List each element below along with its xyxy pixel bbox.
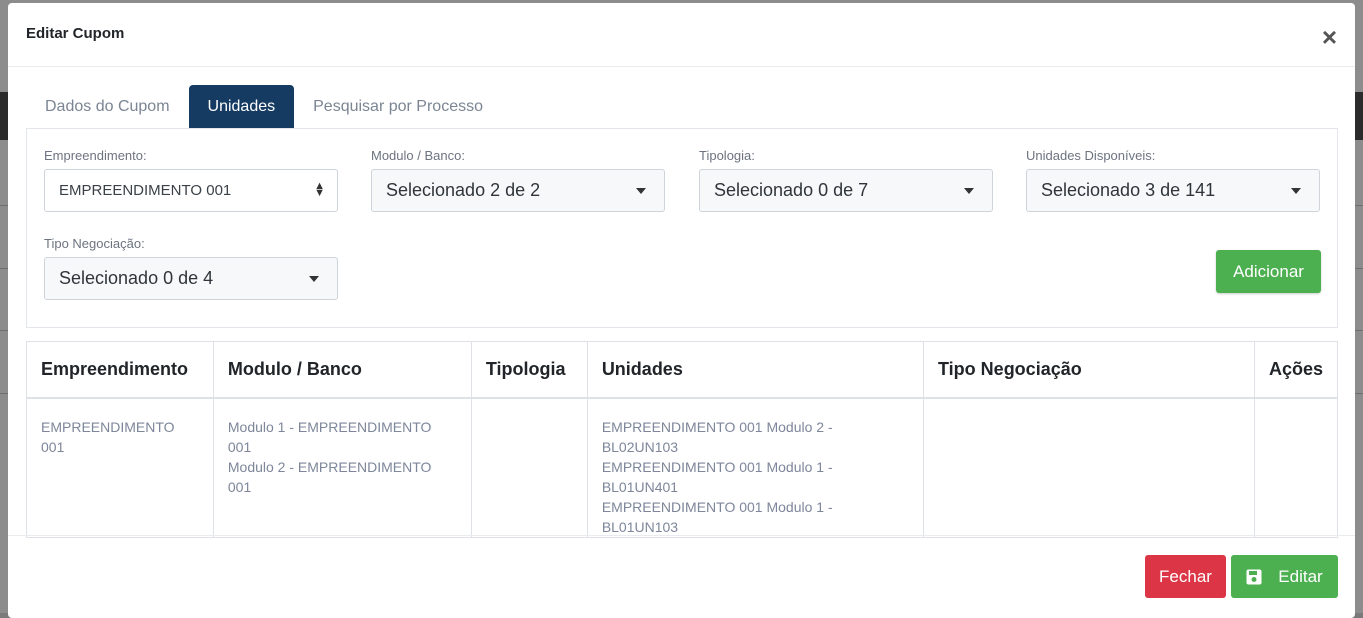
modulo-value: Selecionado 2 de 2 xyxy=(386,180,540,201)
table-row: EMPREENDIMENTO 001 Modulo 1 - EMPREENDIM… xyxy=(27,398,1338,538)
tipologia-value: Selecionado 0 de 7 xyxy=(714,180,868,201)
table-header-row: Empreendimento Modulo / Banco Tipologia … xyxy=(27,342,1338,398)
cell-unidade-line: EMPREENDIMENTO 001 Modulo 1 - BL01UN401 xyxy=(602,457,909,497)
sort-arrows-icon: ▲▼ xyxy=(314,183,325,197)
modulo-field: Modulo / Banco: Selecionado 2 de 2 xyxy=(371,148,665,212)
tab-unidades[interactable]: Unidades xyxy=(189,85,295,128)
caret-down-icon xyxy=(1291,188,1301,194)
modal-header: Editar Cupom × xyxy=(8,3,1355,67)
column-header-unidades: Unidades xyxy=(587,342,923,398)
edit-button-label: Editar xyxy=(1278,567,1322,587)
tipo-negociacao-field: Tipo Negociação: Selecionado 0 de 4 xyxy=(44,236,338,300)
footer-divider xyxy=(8,535,1355,536)
cell-unidade-line: EMPREENDIMENTO 001 Modulo 1 - BL01UN103 xyxy=(602,497,909,537)
cell-modulo: Modulo 1 - EMPREENDIMENTO 001 Modulo 2 -… xyxy=(213,398,471,538)
empreendimento-label: Empreendimento: xyxy=(44,148,338,163)
empreendimento-value: EMPREENDIMENTO 001 xyxy=(59,182,231,199)
save-icon xyxy=(1246,569,1262,585)
cell-tipo-negociacao xyxy=(924,398,1255,538)
edit-coupon-modal: Editar Cupom × Dados do Cupom Unidades P… xyxy=(8,3,1355,618)
caret-down-icon xyxy=(636,188,646,194)
column-header-acoes: Ações xyxy=(1254,342,1337,398)
column-header-modulo: Modulo / Banco xyxy=(213,342,471,398)
units-table: Empreendimento Modulo / Banco Tipologia … xyxy=(26,341,1338,538)
tab-pesquisar-por-processo[interactable]: Pesquisar por Processo xyxy=(294,85,502,128)
tab-dados-do-cupom[interactable]: Dados do Cupom xyxy=(26,85,189,128)
empreendimento-field: Empreendimento: EMPREENDIMENTO 001 ▲▼ xyxy=(44,148,338,212)
cell-modulo-line: Modulo 1 - EMPREENDIMENTO 001 xyxy=(228,417,457,457)
column-header-empreendimento: Empreendimento xyxy=(27,342,214,398)
add-button[interactable]: Adicionar xyxy=(1216,250,1321,293)
cell-modulo-line: Modulo 2 - EMPREENDIMENTO 001 xyxy=(228,457,457,497)
close-icon[interactable]: × xyxy=(1322,24,1337,50)
empreendimento-select[interactable]: EMPREENDIMENTO 001 ▲▼ xyxy=(44,169,338,212)
edit-button[interactable]: Editar xyxy=(1231,555,1338,598)
cell-empreendimento: EMPREENDIMENTO 001 xyxy=(27,398,214,538)
cell-acoes xyxy=(1254,398,1337,538)
tipo-negociacao-label: Tipo Negociação: xyxy=(44,236,338,251)
tipologia-select[interactable]: Selecionado 0 de 7 xyxy=(699,169,993,212)
tipo-negociacao-select[interactable]: Selecionado 0 de 4 xyxy=(44,257,338,300)
tab-bar: Dados do Cupom Unidades Pesquisar por Pr… xyxy=(26,85,502,128)
caret-down-icon xyxy=(964,188,974,194)
cell-tipologia xyxy=(471,398,587,538)
tipo-negociacao-value: Selecionado 0 de 4 xyxy=(59,268,213,289)
column-header-tipologia: Tipologia xyxy=(471,342,587,398)
unidades-value: Selecionado 3 de 141 xyxy=(1041,180,1215,201)
caret-down-icon xyxy=(309,276,319,282)
cell-unidades: EMPREENDIMENTO 001 Modulo 2 - BL02UN103 … xyxy=(587,398,923,538)
modal-title: Editar Cupom xyxy=(26,25,124,42)
close-button[interactable]: Fechar xyxy=(1145,555,1226,598)
modulo-label: Modulo / Banco: xyxy=(371,148,665,163)
unidades-field: Unidades Disponíveis: Selecionado 3 de 1… xyxy=(1026,148,1320,212)
unidades-select[interactable]: Selecionado 3 de 141 xyxy=(1026,169,1320,212)
tipologia-label: Tipologia: xyxy=(699,148,993,163)
modulo-select[interactable]: Selecionado 2 de 2 xyxy=(371,169,665,212)
units-filter-panel: Empreendimento: EMPREENDIMENTO 001 ▲▼ Mo… xyxy=(26,128,1338,328)
cell-unidade-line: EMPREENDIMENTO 001 Modulo 2 - BL02UN103 xyxy=(602,417,909,457)
tipologia-field: Tipologia: Selecionado 0 de 7 xyxy=(699,148,993,212)
column-header-tipo-negociacao: Tipo Negociação xyxy=(924,342,1255,398)
unidades-label: Unidades Disponíveis: xyxy=(1026,148,1320,163)
